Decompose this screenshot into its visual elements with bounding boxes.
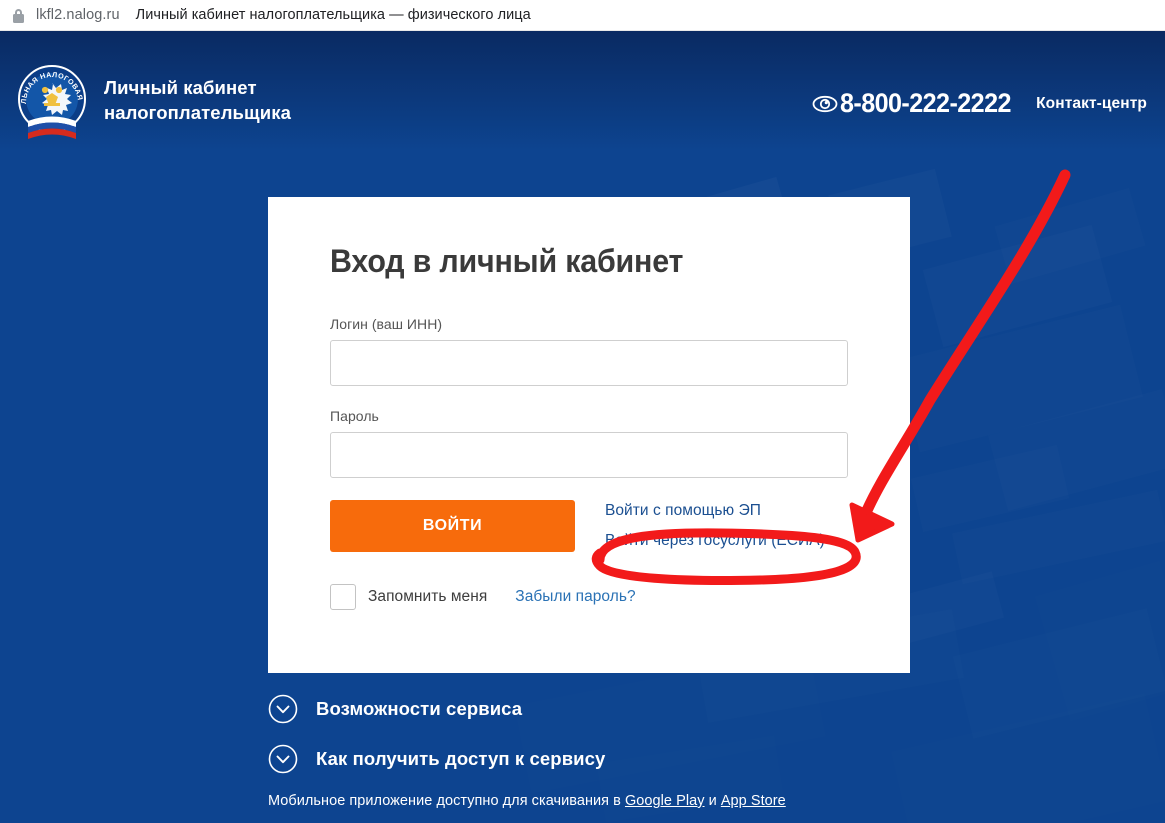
browser-tab-title[interactable]: Личный кабинет налогоплательщика — физич… [136,7,531,23]
login-heading: Вход в личный кабинет [330,243,684,279]
footer-mobile-app-note: Мобильное приложение доступно для скачив… [268,793,786,809]
site-header: ФЕДЕРАЛЬНАЯ НАЛОГОВАЯ СЛУЖБА [0,31,1165,171]
login-label: Логин (ваш ИНН) [330,316,443,332]
browser-url[interactable]: lkfl2.nalog.ru [36,7,120,23]
footer-text-between: и [704,793,721,809]
brand-block[interactable]: ФЕДЕРАЛЬНАЯ НАЛОГОВАЯ СЛУЖБА [14,59,291,143]
header-contacts: 8-800-222-2222 Контакт-центр [812,88,1147,119]
login-with-esia-link[interactable]: Войти через госуслуги (ЕСИА) [605,532,825,550]
brand-title: Личный кабинет налогоплательщика [104,77,291,123]
password-input[interactable] [330,432,848,478]
login-input[interactable] [330,340,848,386]
remember-me-label: Запомнить меня [368,588,488,605]
page-background: ФЕДЕРАЛЬНАЯ НАЛОГОВАЯ СЛУЖБА [0,31,1165,823]
contact-phone[interactable]: 8-800-222-2222 [840,88,1011,119]
app-store-link[interactable]: App Store [721,793,786,809]
forgot-password-link[interactable]: Забыли пароль? [515,588,635,606]
chevron-down-icon [268,694,298,724]
remember-me-checkbox[interactable] [330,584,356,610]
accordion-how-to-access[interactable]: Как получить доступ к сервису [268,744,968,774]
google-play-link[interactable]: Google Play [625,793,705,809]
login-action-row: ВОЙТИ Войти с помощью ЭП Войти через гос… [330,500,848,552]
browser-tab-bar: lkfl2.nalog.ru Личный кабинет налогоплат… [0,0,1165,31]
password-label: Пароль [330,408,379,424]
accordion-service-features[interactable]: Возможности сервиса [268,694,968,724]
accordion-label: Как получить доступ к сервису [316,748,606,769]
alternate-login-links: Войти с помощью ЭП Войти через госуслуги… [605,500,825,550]
password-field-group: Пароль [330,408,848,478]
login-with-eds-link[interactable]: Войти с помощью ЭП [605,502,825,520]
login-card: Вход в личный кабинет Логин (ваш ИНН) Па… [268,197,910,673]
remember-row: Запомнить меня Забыли пароль? [330,584,848,610]
login-submit-button[interactable]: ВОЙТИ [330,500,575,552]
accordion-label: Возможности сервиса [316,698,523,719]
lock-icon [10,6,27,25]
eye-icon[interactable] [812,95,838,113]
contact-center-label[interactable]: Контакт-центр [1036,95,1147,113]
footer-text-before: Мобильное приложение доступно для скачив… [268,793,625,809]
chevron-down-icon [268,744,298,774]
fns-emblem-icon: ФЕДЕРАЛЬНАЯ НАЛОГОВАЯ СЛУЖБА [14,59,86,139]
login-field-group: Логин (ваш ИНН) [330,316,848,386]
